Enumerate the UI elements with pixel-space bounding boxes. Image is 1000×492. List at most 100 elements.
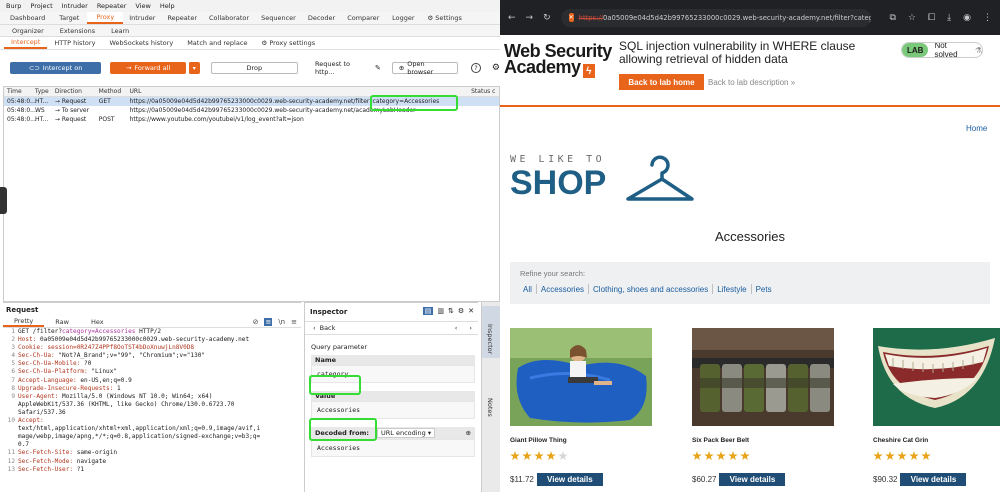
star-icon (692, 451, 702, 461)
request-body[interactable]: 1 GET /filter?category=Accessories HTTP/2… (3, 328, 301, 474)
layout-icon[interactable]: ▤ (422, 307, 434, 315)
tab-http-history[interactable]: HTTP history (47, 37, 102, 49)
tab-repeater[interactable]: Repeater (161, 12, 203, 24)
view-details-button[interactable]: View details (536, 473, 603, 486)
nav-next-icon[interactable]: › (469, 324, 472, 332)
star-icon (909, 451, 919, 461)
arrow-right-icon: → (54, 98, 62, 105)
gear-icon[interactable]: ⚙ (458, 307, 464, 315)
column-type[interactable]: Type (35, 88, 55, 95)
header-value: "Not?A_Brand";v="99", "Chromium";v="130" (54, 352, 206, 360)
forward-all-button[interactable]: → Forward all (110, 62, 186, 74)
filter-pets[interactable]: Pets (752, 285, 776, 294)
tab-proxy[interactable]: Proxy (87, 12, 124, 24)
request-editor: Request Pretty Raw Hex ⊘ ≡ \n ≡ 1 GET /fi… (3, 302, 301, 492)
drop-button[interactable]: Drop (210, 62, 299, 74)
forward-dropdown-button[interactable]: ▾ (187, 62, 200, 74)
view-details-button[interactable]: View details (900, 473, 967, 486)
menu-repeater[interactable]: Repeater (97, 2, 127, 10)
encoding-select[interactable]: URL encoding ▾ (376, 428, 436, 438)
refine-label: Refine your search: (520, 269, 586, 278)
filter-clothing[interactable]: Clothing, shoes and accessories (589, 285, 712, 294)
request-line: text/html,application/xhtml+xml,applicat… (5, 425, 301, 433)
menu-view[interactable]: View (135, 2, 150, 10)
tab-intruder[interactable]: Intruder (123, 12, 161, 24)
tab-extensions[interactable]: Extensions (52, 25, 103, 36)
view-details-button[interactable]: View details (719, 473, 786, 486)
star-icon[interactable]: ☆ (908, 13, 916, 23)
hide-icon[interactable]: ⊘ (253, 318, 259, 326)
tab-organizer[interactable]: Organizer (4, 25, 52, 36)
tab-intercept[interactable]: Intercept (4, 37, 48, 49)
tab-raw[interactable]: Raw (44, 316, 80, 327)
profile-icon[interactable]: ◉ (963, 13, 971, 23)
home-link[interactable]: Home (966, 124, 987, 133)
header-value: en-US,en;q=0.9 (76, 376, 132, 384)
value-field[interactable]: Accessories (311, 401, 475, 419)
sort-icon[interactable]: ⇅ (448, 307, 454, 315)
line-number: 6 (11, 368, 15, 376)
side-tab-notes[interactable]: Notes (486, 398, 494, 417)
tab-hex[interactable]: Hex (80, 316, 115, 327)
filter-lifestyle[interactable]: Lifestyle (713, 285, 750, 294)
tab-target[interactable]: Target (51, 12, 87, 24)
tab-decoder[interactable]: Decoder (302, 12, 341, 24)
logo-mark-icon: ϟ (582, 64, 595, 78)
inspector-back[interactable]: ‹ Back ‹ › (305, 321, 478, 335)
tab-proxy-settings[interactable]: ⚙ Proxy settings (254, 37, 322, 49)
cast-icon[interactable]: ⧉ (889, 13, 895, 23)
url-scheme: https:// (578, 13, 604, 22)
settings-icon[interactable]: ⚙ (492, 63, 500, 73)
download-icon[interactable]: ⤓ (947, 13, 951, 23)
drag-handle[interactable] (0, 187, 7, 214)
column-time[interactable]: Time (4, 88, 35, 95)
tab-learn[interactable]: Learn (103, 25, 137, 36)
forward-arrow-icon[interactable]: → (526, 13, 534, 23)
add-icon[interactable]: ⊕ (466, 429, 471, 437)
menu-project[interactable]: Project (30, 2, 52, 10)
intercept-toggle-button[interactable]: ⊂⊃ Intercept on (10, 62, 102, 74)
format-icon[interactable]: ≡ (264, 317, 273, 326)
nav-prev-icon[interactable]: ‹ (455, 324, 458, 332)
tab-sequencer[interactable]: Sequencer (255, 12, 302, 24)
menu-intruder[interactable]: Intruder (62, 2, 88, 10)
column-direction[interactable]: Direction (55, 88, 99, 95)
open-browser-button[interactable]: ⊕ Open browser (391, 60, 459, 76)
close-icon[interactable]: ✕ (468, 307, 474, 315)
filter-accessories[interactable]: Accessories (537, 285, 588, 294)
line-number (5, 433, 15, 441)
reload-icon[interactable]: ↻ (543, 13, 551, 23)
tab-dashboard[interactable]: Dashboard (4, 12, 51, 24)
filter-all[interactable]: All (520, 285, 536, 294)
cell-direction: → Request (55, 116, 99, 123)
more-icon[interactable]: ⋮ (983, 13, 992, 23)
tab-logger[interactable]: Logger (385, 12, 421, 24)
layout-alt-icon[interactable]: ▥ (437, 307, 444, 315)
extensions-icon[interactable]: ⧠ (928, 13, 935, 23)
tab-match-replace[interactable]: Match and replace (180, 37, 254, 49)
cell-direction-text: Request (61, 116, 87, 123)
address-bar[interactable]: ✕ https:// 0a05009e04d5d42b99765233000c0… (560, 8, 871, 27)
back-arrow-icon[interactable]: ← (508, 13, 516, 23)
back-to-lab-description-link[interactable]: Back to lab description » (708, 78, 795, 87)
menu-icon[interactable]: ≡ (291, 318, 297, 326)
decoded-field[interactable]: Accessories (311, 439, 475, 457)
column-method[interactable]: Method (99, 88, 130, 95)
tab-comparer[interactable]: Comparer (341, 12, 385, 24)
line-text: Sec-Fetch-Mode: navigate (18, 458, 106, 466)
side-tab-inspector[interactable]: Inspector (486, 324, 494, 354)
edit-icon[interactable]: ✎ (375, 64, 381, 72)
column-status[interactable]: Status c (471, 88, 499, 95)
tab-pretty[interactable]: Pretty (3, 316, 45, 327)
academy-logo[interactable]: Web Security Academy ϟ (504, 42, 612, 78)
column-url[interactable]: URL (130, 88, 472, 95)
newline-icon[interactable]: \n (278, 318, 285, 326)
help-icon[interactable]: ? (471, 63, 481, 73)
tab-websockets-history[interactable]: WebSockets history (102, 37, 180, 49)
table-row[interactable]: 05:48:0... HT... → Request POST https://… (4, 115, 499, 124)
back-to-lab-home-button[interactable]: Back to lab home (619, 74, 704, 90)
tab-collaborator[interactable]: Collaborator (203, 12, 255, 24)
menu-burp[interactable]: Burp (6, 2, 21, 10)
tab-settings[interactable]: ⚙ Settings (421, 12, 468, 24)
menu-help[interactable]: Help (160, 2, 175, 10)
